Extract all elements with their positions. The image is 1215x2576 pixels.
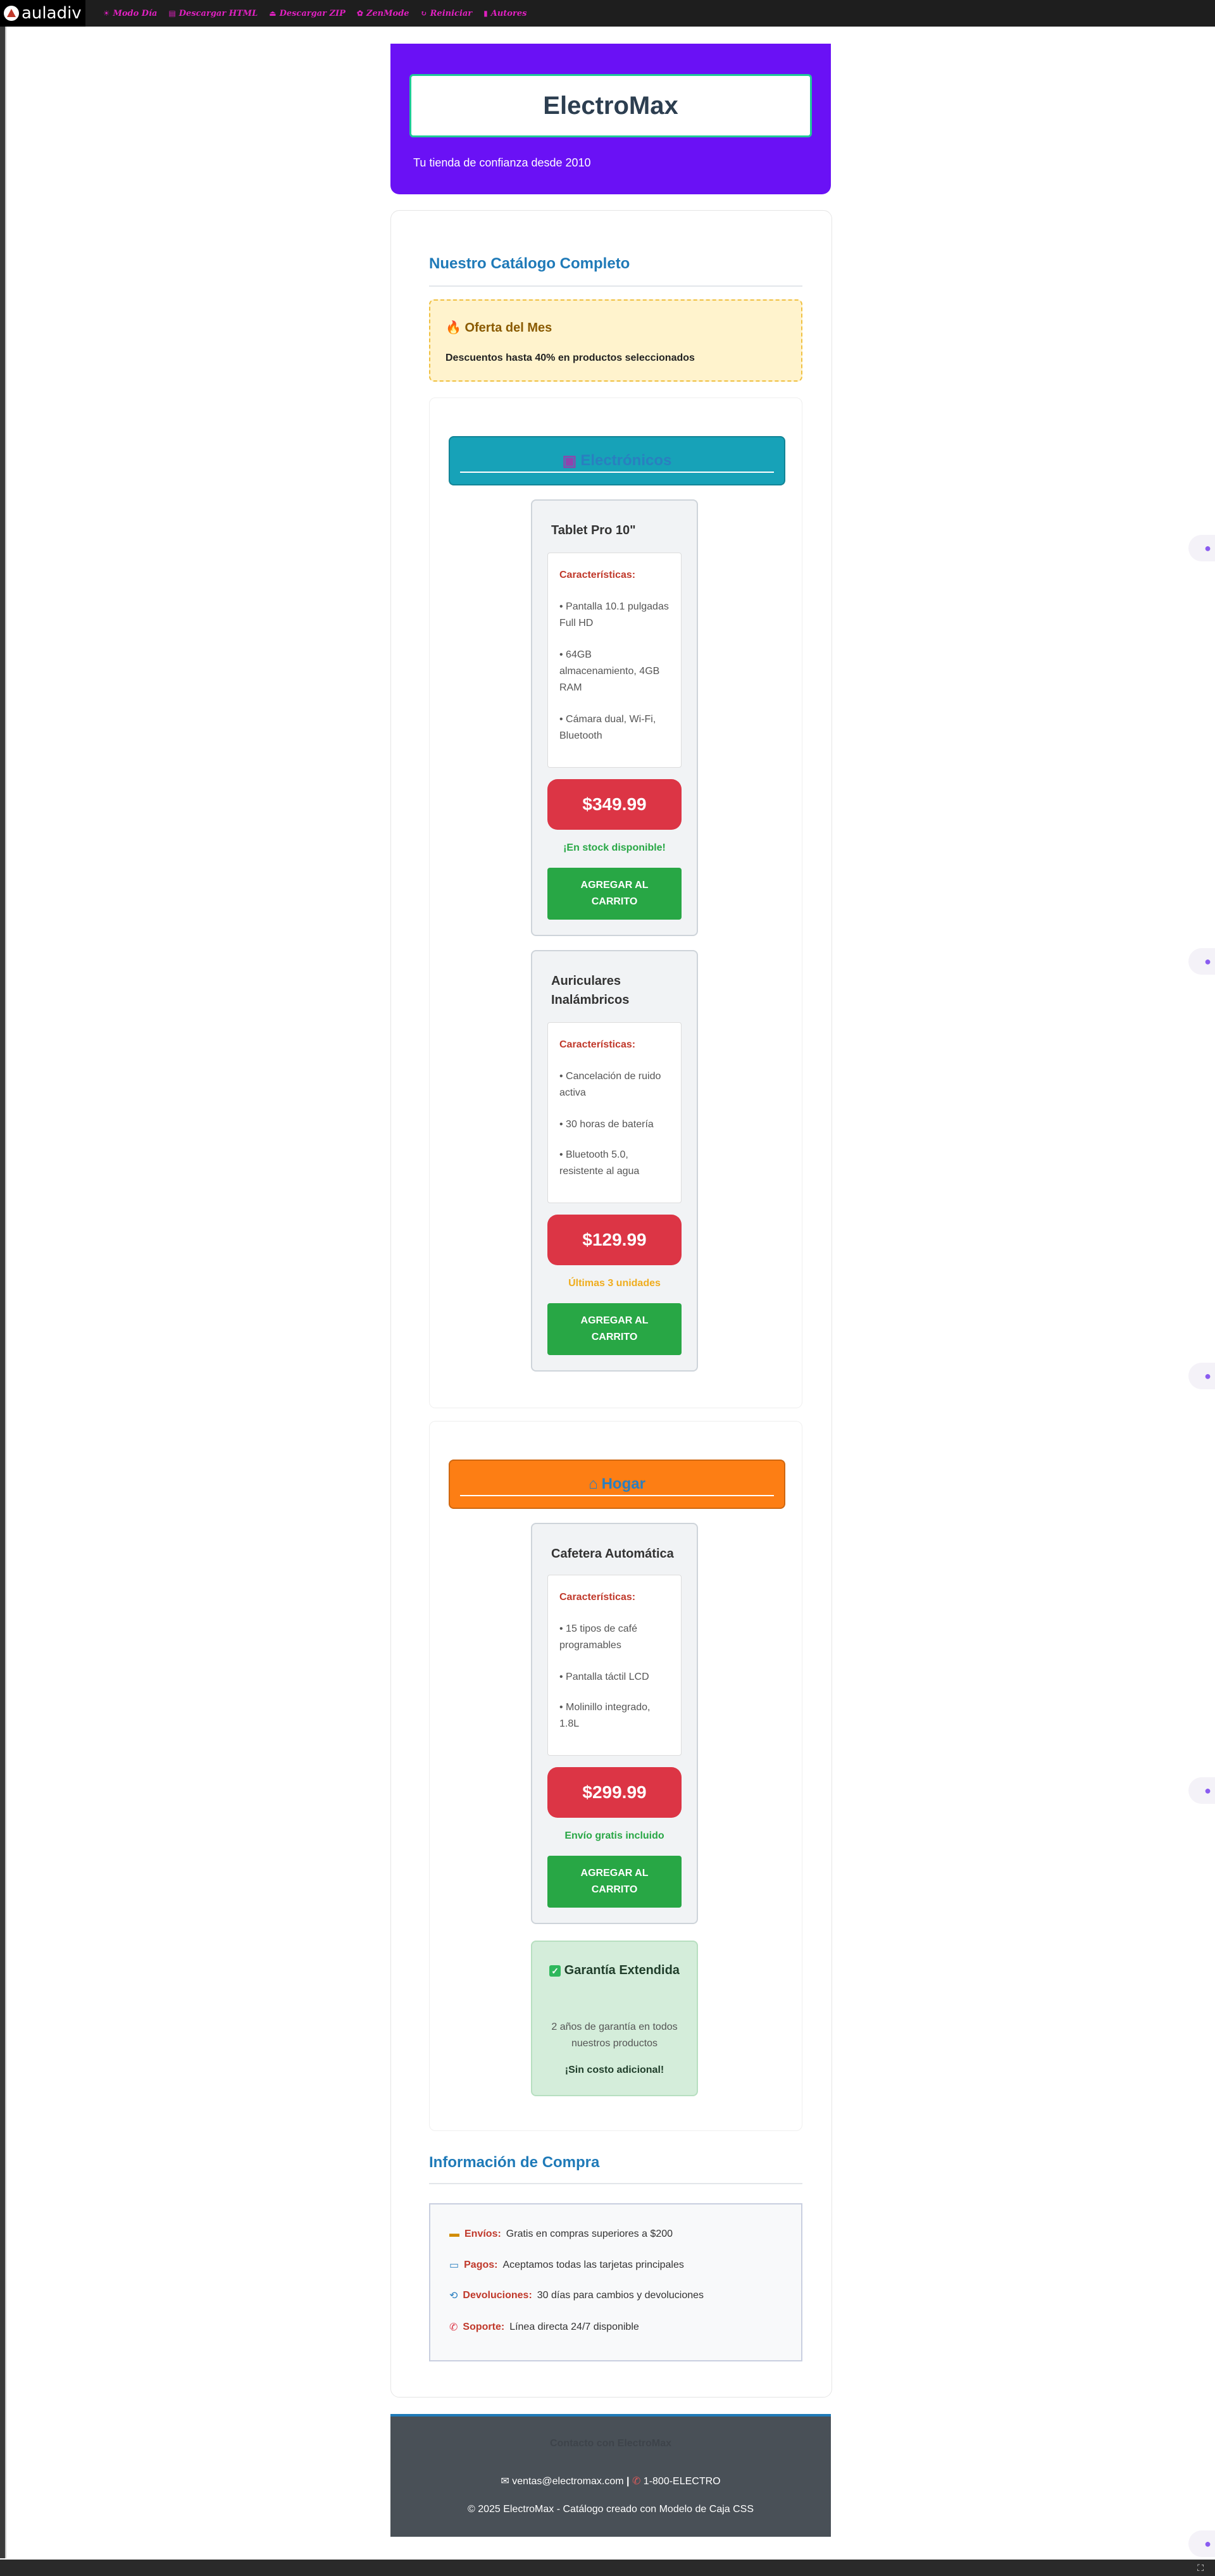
divider <box>460 472 774 473</box>
toolbar-authors[interactable]: ▮ Autores <box>483 9 526 18</box>
purchase-info-title: Información de Compra <box>429 2154 600 2171</box>
footer-copyright: © 2025 ElectroMax - Catálogo creado con … <box>467 2504 754 2515</box>
toolbar-zenmode[interactable]: ✿ ZenMode <box>357 9 409 18</box>
feature-item: • 64GB almacenamiento, 4GB RAM <box>559 649 660 693</box>
feature-item: • 30 horas de batería <box>559 1119 654 1130</box>
side-widget-icon[interactable]: ● <box>1188 948 1215 975</box>
fire-icon: 🔥 <box>446 321 461 335</box>
brand-title: ElectroMax <box>409 74 812 137</box>
offer-description: Descuentos hasta 40% en productos selecc… <box>446 353 695 363</box>
feature-item: • Bluetooth 5.0, resistente al agua <box>559 1149 640 1177</box>
product-card: Cafetera Automática Características: • 1… <box>531 1523 698 1924</box>
card-icon: ▭ <box>449 2260 459 2271</box>
feature-item: • 15 tipos de café programables <box>559 1623 638 1651</box>
price-tag: $299.99 <box>547 1767 682 1818</box>
warranty-title: ✓ Garantía Extendida <box>545 1961 684 1980</box>
toolbar-download-html[interactable]: ▤ Descargar HTML <box>168 9 258 18</box>
sun-icon: ☀ <box>103 9 110 18</box>
info-row-envios: ▬ Envíos: Gratis en compras superiores a… <box>449 2229 673 2239</box>
toolbar-download-zip[interactable]: ⏏ Descargar ZIP <box>269 9 346 18</box>
feature-item: • Pantalla 10.1 pulgadas Full HD <box>559 601 669 628</box>
stock-status: Últimas 3 unidades <box>568 1278 661 1289</box>
toolbar-day-mode[interactable]: ☀ Modo Día <box>103 9 158 18</box>
restart-icon: ↻ <box>420 9 427 18</box>
features-box: Características: • 15 tipos de café prog… <box>547 1575 682 1756</box>
bottom-bar: ⛶ <box>0 2560 1215 2576</box>
footer-title: Contacto con ElectroMax <box>549 2438 672 2449</box>
offer-title: 🔥 Oferta del Mes <box>446 321 552 335</box>
warranty-text: 2 años de garantía en todos nuestros pro… <box>551 2022 678 2049</box>
footer-phone[interactable]: 1-800-ELECTRO <box>644 2476 721 2487</box>
add-to-cart-button[interactable]: AGREGAR AL CARRITO <box>547 868 682 920</box>
left-rail <box>0 27 5 2558</box>
footer-contact: ✉ ventas@electromax.com | ✆ 1-800-ELECTR… <box>501 2476 721 2487</box>
catalog-title: Nuestro Catálogo Completo <box>429 255 630 272</box>
return-icon: ⟲ <box>449 2291 458 2301</box>
file-html-icon: ▤ <box>168 9 176 18</box>
category-electronicos: ▣ Electrónicos Tablet Pro 10" Caracterís… <box>429 397 802 1408</box>
warranty-box: ✓ Garantía Extendida 2 años de garantía … <box>531 1941 698 2096</box>
logo-text: auladiv <box>22 4 82 23</box>
logo-icon <box>4 6 19 21</box>
divider <box>460 1495 774 1496</box>
side-widget-icon[interactable]: ● <box>1188 1363 1215 1389</box>
info-row-devoluciones: ⟲ Devoluciones: 30 días para cambios y d… <box>449 2290 704 2301</box>
phone-icon: ✆ <box>632 2476 641 2487</box>
page-footer: Contacto con ElectroMax ✉ ventas@electro… <box>390 2414 831 2537</box>
side-widget-icon[interactable]: ● <box>1188 535 1215 561</box>
divider <box>429 285 802 287</box>
auladiv-logo[interactable]: auladiv <box>0 0 85 27</box>
top-toolbar: auladiv ☀ Modo Día ▤ Descargar HTML ⏏ Desca… <box>0 0 1215 27</box>
house-icon: ⌂ <box>589 1475 598 1492</box>
checkmark-icon: ✓ <box>549 1965 561 1977</box>
computer-icon: ▣ <box>562 452 577 470</box>
product-name: Auriculares Inalámbricos <box>551 974 630 1007</box>
features-label: Características: <box>559 570 636 580</box>
category-header[interactable]: ⌂ Hogar <box>449 1460 785 1509</box>
offer-box: 🔥 Oferta del Mes Descuentos hasta 40% en… <box>429 299 802 382</box>
footer-email[interactable]: ventas@electromax.com <box>512 2476 623 2487</box>
authors-icon: ▮ <box>483 9 488 18</box>
feature-item: • Pantalla táctil LCD <box>559 1672 649 1682</box>
side-widget-icon[interactable]: ● <box>1188 1777 1215 1804</box>
email-icon: ✉ <box>501 2476 509 2487</box>
zen-mode-icon: ✿ <box>356 9 363 18</box>
price-tag: $129.99 <box>547 1215 682 1265</box>
features-box: Características: • Pantalla 10.1 pulgada… <box>547 553 682 768</box>
side-widget-icon[interactable]: ● <box>1188 2530 1215 2557</box>
toolbar-menu: ☀ Modo Día ▤ Descargar HTML ⏏ Descargar ZIP… <box>103 9 527 18</box>
add-to-cart-button[interactable]: AGREGAR AL CARRITO <box>547 1303 682 1355</box>
truck-icon: ▬ <box>449 2229 459 2239</box>
left-rail-divider[interactable] <box>5 27 6 2558</box>
stock-status: Envío gratis incluido <box>564 1830 664 1841</box>
divider <box>429 2183 802 2184</box>
stock-status: ¡En stock disponible! <box>563 842 666 853</box>
features-box: Características: • Cancelación de ruido … <box>547 1022 682 1203</box>
add-to-cart-button[interactable]: AGREGAR AL CARRITO <box>547 1856 682 1908</box>
store-header: ElectroMax Tu tienda de confianza desde … <box>390 44 831 194</box>
warranty-note: ¡Sin costo adicional! <box>564 2065 664 2075</box>
feature-item: • Cámara dual, Wi-Fi, Bluetooth <box>559 714 656 741</box>
product-name: Cafetera Automática <box>551 1547 674 1561</box>
features-label: Características: <box>559 1592 636 1603</box>
category-header[interactable]: ▣ Electrónicos <box>449 436 785 485</box>
tagline: Tu tienda de confianza desde 2010 <box>413 156 591 169</box>
product-card: Auriculares Inalámbricos Características… <box>531 950 698 1372</box>
feature-item: • Molinillo integrado, 1.8L <box>559 1702 651 1729</box>
product-name: Tablet Pro 10" <box>551 523 636 537</box>
catalog-card: Nuestro Catálogo Completo 🔥 Oferta del M… <box>390 210 832 2398</box>
features-label: Características: <box>559 1039 636 1050</box>
download-zip-icon: ⏏ <box>269 9 277 18</box>
info-row-soporte: ✆ Soporte: Línea directa 24/7 disponible <box>449 2322 639 2333</box>
fullscreen-icon[interactable]: ⛶ <box>1197 2563 1204 2573</box>
product-card: Tablet Pro 10" Características: • Pantal… <box>531 499 698 936</box>
price-tag: $349.99 <box>547 779 682 830</box>
toolbar-restart[interactable]: ↻ Reiniciar <box>421 9 473 18</box>
phone-icon: ✆ <box>449 2322 458 2333</box>
feature-item: • Cancelación de ruido activa <box>559 1071 661 1098</box>
category-hogar: ⌂ Hogar Cafetera Automática Característi… <box>429 1421 802 2131</box>
info-row-pagos: ▭ Pagos: Aceptamos todas las tarjetas pr… <box>449 2260 684 2271</box>
purchase-info-box: ▬ Envíos: Gratis en compras superiores a… <box>429 2203 802 2361</box>
